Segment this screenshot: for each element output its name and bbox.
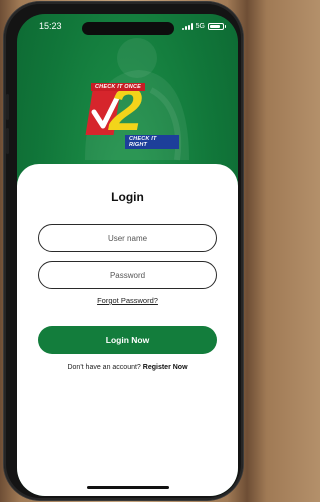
signal-icon (181, 22, 193, 30)
status-indicators: 5G (181, 22, 226, 30)
battery-fill (210, 24, 221, 28)
side-button (6, 94, 9, 120)
logo-tagline-bottom: CHECK IT RIGHT (125, 135, 179, 149)
login-title: Login (111, 190, 144, 204)
app-screen: 15:23 5G 2 CHECK IT ONCE CHECK IT RIGHT … (17, 14, 238, 496)
home-indicator[interactable] (86, 486, 169, 489)
username-input[interactable] (38, 224, 217, 252)
network-label: 5G (195, 22, 205, 30)
battery-icon (208, 22, 226, 30)
no-account-text: Don't have an account? (67, 364, 141, 371)
register-prompt: Don't have an account? Register Now (17, 364, 238, 371)
register-link[interactable]: Register Now (143, 364, 188, 371)
phone-frame: 15:23 5G 2 CHECK IT ONCE CHECK IT RIGHT … (4, 2, 243, 500)
forgot-password-link[interactable]: Forgot Password? (17, 296, 238, 305)
app-logo: 2 CHECK IT ONCE CHECK IT RIGHT (75, 72, 179, 154)
side-button (6, 128, 9, 154)
password-input[interactable] (38, 261, 217, 289)
login-card: Login Forgot Password? Login Now Don't h… (17, 164, 238, 496)
status-time: 15:23 (39, 21, 62, 31)
logo-tagline-top: CHECK IT ONCE (91, 83, 145, 91)
login-button[interactable]: Login Now (38, 326, 217, 354)
